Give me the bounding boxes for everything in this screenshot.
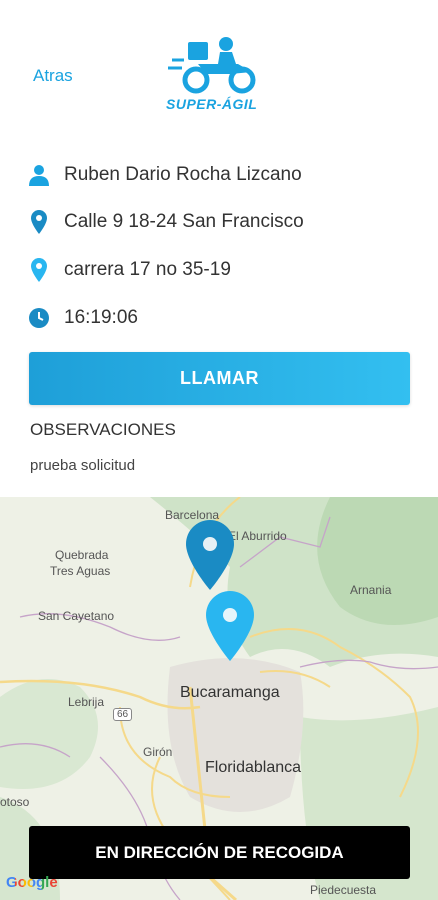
pickup-address: Calle 9 18-24 San Francisco (64, 211, 304, 232)
location-pin-icon (28, 258, 50, 282)
map-label-san-cayetano: San Cayetano (38, 609, 115, 623)
map-label-floridablanca: Floridablanca (205, 759, 302, 776)
delivery-address-row: carrera 17 no 35-19 (28, 255, 231, 285)
map-label-tres-aguas: Tres Aguas (50, 564, 111, 578)
back-link[interactable]: Atras (33, 66, 73, 86)
map-label-el-aburrido: El Aburrido (228, 529, 287, 543)
location-pin-icon (28, 210, 50, 234)
customer-name-row: Ruben Dario Rocha Lizcano (28, 160, 302, 190)
request-time: 16:19:06 (64, 307, 138, 328)
map-label-piedecuesta: Piedecuesta (310, 883, 377, 897)
map-label-bucaramanga: Bucaramanga (180, 684, 280, 701)
map-label-quebrada: Quebrada (55, 548, 109, 562)
observations-title: OBSERVACIONES (30, 420, 176, 439)
google-attribution-logo: Google (6, 874, 58, 891)
brand-name: SUPER-ÁGIL (166, 96, 258, 112)
pickup-direction-button[interactable]: EN DIRECCIÓN DE RECOGIDA (29, 826, 410, 879)
observations-text: prueba solicitud (30, 457, 136, 474)
pickup-address-row: Calle 9 18-24 San Francisco (28, 207, 304, 237)
map-label-otoso: otoso (0, 795, 30, 809)
map-label-giron: Girón (143, 745, 173, 759)
map-label-lebrija: Lebrija (68, 695, 105, 709)
map-route-66-shield: 66 (113, 708, 133, 721)
pickup-map-pin-icon[interactable] (186, 520, 234, 590)
google-attribution-text: Google (6, 874, 58, 891)
delivery-address: carrera 17 no 35-19 (64, 259, 231, 280)
user-icon (28, 163, 50, 187)
customer-name: Ruben Dario Rocha Lizcano (64, 164, 302, 185)
delivery-map-pin-icon[interactable] (206, 591, 254, 661)
time-row: 16:19:06 (28, 303, 138, 333)
header: Atras SUPER-ÁGIL (0, 0, 438, 140)
call-button[interactable]: LLAMAR (29, 352, 410, 405)
clock-icon (28, 306, 50, 330)
map-label-arnania: Arnania (350, 583, 392, 597)
